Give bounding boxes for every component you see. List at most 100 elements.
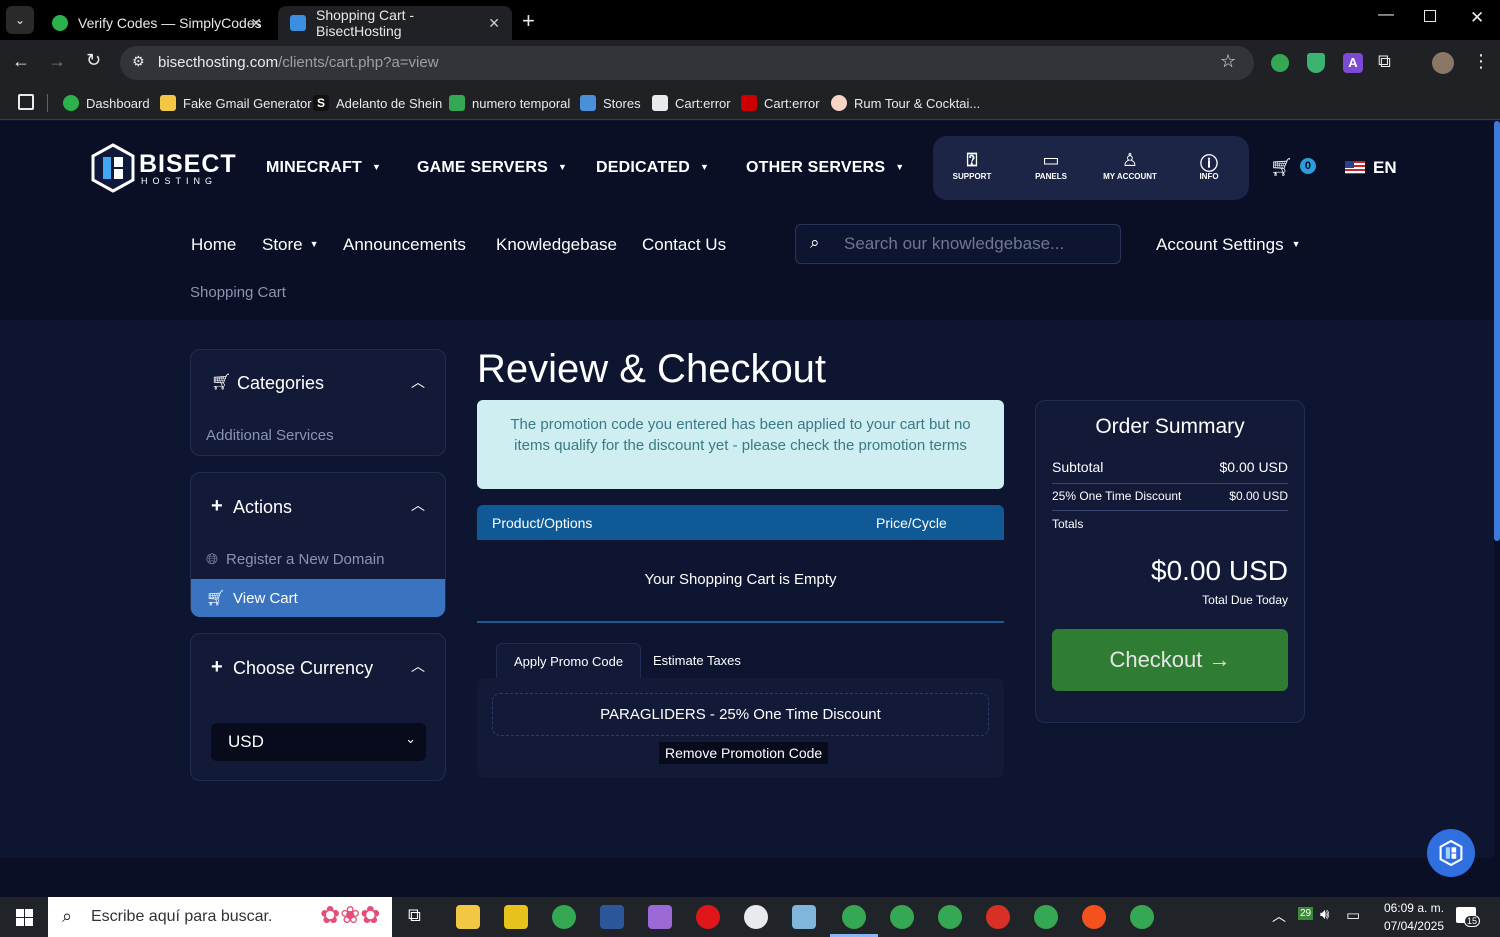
category-additional-services[interactable]: Additional Services: [206, 427, 334, 444]
currency-select[interactable]: USD ⌄: [211, 723, 426, 761]
file-explorer-icon[interactable]: [456, 905, 480, 929]
profile-avatar[interactable]: [1432, 52, 1454, 74]
my-account-label: MY ACCOUNT: [1103, 172, 1157, 181]
url-field[interactable]: ⚙ bisecthosting.com/clients/cart.php?a=v…: [120, 46, 1254, 80]
language-selector[interactable]: EN: [1345, 158, 1397, 178]
my-account-button[interactable]: ♙ MY ACCOUNT: [1095, 150, 1165, 181]
tab-shopping-cart[interactable]: Shopping Cart - BisectHosting ✕: [278, 6, 512, 40]
knowledgebase-search-input[interactable]: [844, 234, 1104, 254]
panels-button[interactable]: ▭ PANELS: [1016, 150, 1086, 181]
flowers-search-highlight-icon: ✿❀✿: [320, 902, 381, 929]
chrome-icon[interactable]: [552, 905, 576, 929]
bookmark-star-icon[interactable]: ☆: [1220, 51, 1236, 72]
chevron-up-icon[interactable]: ︿: [411, 372, 425, 392]
nav-minecraft[interactable]: MINECRAFT ▼: [266, 159, 381, 177]
app-icon[interactable]: [504, 905, 528, 929]
quick-links-bar: ⍰ SUPPORT ▭ PANELS ♙ MY ACCOUNT ⓘ INFO: [933, 136, 1249, 200]
search-icon: ⌕: [62, 906, 73, 926]
chrome-profile-3-icon[interactable]: [938, 905, 962, 929]
register-domain-link[interactable]: 🌐︎ Register a New Domain: [206, 551, 384, 568]
volume-icon[interactable]: 🔊︎: [1320, 906, 1329, 923]
tab-estimate-taxes[interactable]: Estimate Taxes: [636, 643, 758, 678]
cart-button[interactable]: 🛒︎ 0: [1270, 157, 1316, 178]
opera-icon[interactable]: [696, 905, 720, 929]
show-hidden-icons-chevron-icon[interactable]: ︿: [1272, 906, 1286, 926]
tab-verify-codes[interactable]: Verify Codes — SimplyCodes ✕: [40, 6, 274, 40]
close-window-icon[interactable]: ✕: [1470, 8, 1484, 28]
extension-icon[interactable]: [1271, 54, 1289, 72]
notification-count-badge: 15: [1464, 915, 1481, 927]
bookmark-shein[interactable]: S Adelanto de Shein: [313, 92, 442, 114]
subnav-contact-us[interactable]: Contact Us: [642, 235, 726, 255]
task-view-icon[interactable]: ⧉: [408, 905, 421, 926]
chevron-up-icon[interactable]: ︿: [411, 495, 425, 515]
clock[interactable]: 06:09 a. m. 07/04/2025: [1368, 899, 1444, 935]
extensions-puzzle-icon[interactable]: ⧉: [1378, 51, 1391, 72]
tab-search-button[interactable]: ⌄: [6, 6, 34, 34]
reload-icon[interactable]: ↻: [86, 50, 101, 71]
new-tab-button[interactable]: +: [522, 8, 535, 34]
bookmark-stores[interactable]: Stores: [580, 92, 641, 114]
a-extension-icon[interactable]: A: [1343, 53, 1363, 73]
back-arrow-icon[interactable]: ←: [12, 51, 30, 72]
bookmark-numero-temporal[interactable]: numero temporal: [449, 92, 570, 114]
chrome-profile-1-icon[interactable]: [842, 905, 866, 929]
subnav-home[interactable]: Home: [191, 235, 236, 255]
cart-divider: [477, 621, 1004, 623]
chrome-profile-4-icon[interactable]: [986, 905, 1010, 929]
close-tab-icon[interactable]: ✕: [488, 15, 500, 32]
support-button[interactable]: ⍰ SUPPORT: [937, 150, 1007, 181]
actions-title[interactable]: Actions: [233, 497, 292, 518]
clock-app-icon[interactable]: [744, 905, 768, 929]
chrome-menu-icon[interactable]: ⋮: [1472, 51, 1490, 72]
subnav-announcements[interactable]: Announcements: [343, 235, 466, 255]
bookmark-rum-tour[interactable]: Rum Tour & Cocktai...: [831, 92, 980, 114]
network-icon[interactable]: ▭: [1346, 906, 1360, 924]
applied-promo-code: PARAGLIDERS - 25% One Time Discount: [492, 693, 989, 736]
close-tab-icon[interactable]: ✕: [250, 15, 262, 32]
account-settings-dropdown[interactable]: Account Settings ▼: [1156, 235, 1301, 255]
categories-title[interactable]: Categories: [237, 373, 324, 394]
taskbar-search-box[interactable]: ⌕ Escribe aquí para buscar. ✿❀✿: [48, 897, 392, 937]
bookmark-fake-gmail[interactable]: Fake Gmail Generator: [160, 92, 312, 114]
bookmark-cart-error-2[interactable]: Cart:error: [741, 92, 820, 114]
chevron-up-icon[interactable]: ︿: [411, 656, 425, 676]
site-info-icon[interactable]: ⚙: [132, 53, 145, 70]
breadcrumb[interactable]: Shopping Cart: [190, 284, 286, 301]
chrome-profile-6-icon[interactable]: [1082, 905, 1106, 929]
forward-arrow-icon[interactable]: →: [48, 51, 66, 72]
minimize-window-icon[interactable]: —: [1378, 6, 1394, 24]
restore-window-icon[interactable]: [1424, 10, 1436, 22]
subnav-knowledgebase[interactable]: Knowledgebase: [496, 235, 617, 255]
bisect-logo-icon: [91, 143, 135, 193]
checkout-button[interactable]: Checkout →: [1052, 629, 1288, 691]
windows-start-icon[interactable]: [16, 909, 33, 926]
bookmark-dashboard[interactable]: Dashboard: [63, 92, 150, 114]
bisect-logo[interactable]: BISECT HOSTING: [90, 143, 236, 193]
tab-title: Verify Codes — SimplyCodes: [78, 15, 262, 31]
remove-promo-button[interactable]: Remove Promotion Code: [659, 742, 829, 764]
shield-extension-icon[interactable]: [1307, 53, 1325, 73]
pen-app-icon[interactable]: [648, 905, 672, 929]
nav-other-servers[interactable]: OTHER SERVERS ▼: [746, 159, 904, 177]
view-cart-link[interactable]: 🛒︎ View Cart: [191, 579, 445, 617]
weather-badge[interactable]: 29: [1298, 907, 1314, 920]
bookmark-cart-error-1[interactable]: Cart:error: [652, 92, 731, 114]
info-button[interactable]: ⓘ INFO: [1174, 150, 1244, 181]
user-icon: ♙: [1121, 150, 1139, 170]
subnav-store[interactable]: Store ▼: [262, 235, 319, 255]
chrome-profile-7-icon[interactable]: [1130, 905, 1154, 929]
chrome-profile-5-icon[interactable]: [1034, 905, 1058, 929]
apps-grid-icon[interactable]: [18, 94, 34, 110]
tab-apply-promo-code[interactable]: Apply Promo Code: [496, 643, 642, 678]
currency-title[interactable]: Choose Currency: [233, 658, 373, 679]
page-scrollbar-thumb[interactable]: [1494, 121, 1500, 541]
notes-app-icon[interactable]: [792, 905, 816, 929]
nav-game-servers[interactable]: GAME SERVERS ▼: [417, 159, 567, 177]
cart-count-badge: 0: [1299, 158, 1316, 174]
word-icon[interactable]: [600, 905, 624, 929]
notifications-button[interactable]: 15: [1456, 907, 1481, 927]
nav-dedicated[interactable]: DEDICATED ▼: [596, 159, 709, 177]
support-chat-button[interactable]: [1427, 829, 1475, 877]
chrome-profile-2-icon[interactable]: [890, 905, 914, 929]
